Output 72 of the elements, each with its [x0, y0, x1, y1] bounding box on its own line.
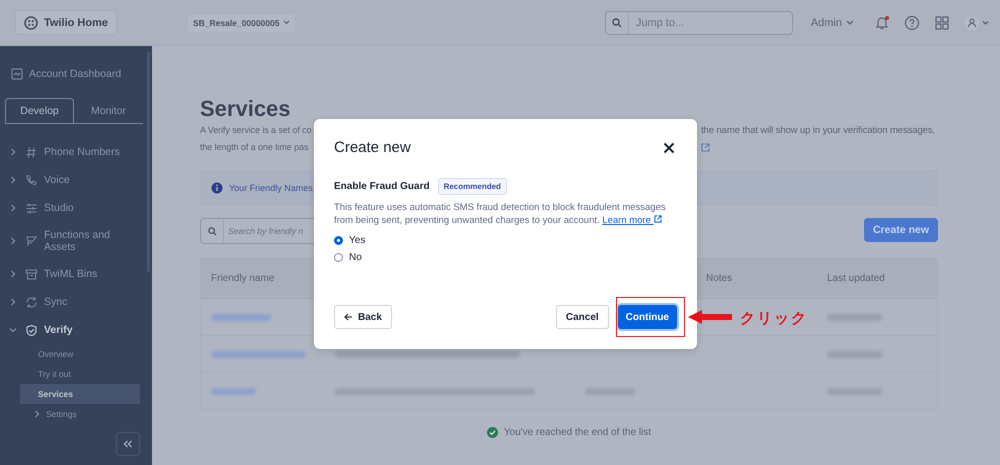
role-dropdown[interactable]: Admin: [804, 16, 860, 30]
description-text: A Verify service is a set of co: [200, 124, 312, 137]
sidebar-subitem[interactable]: Overview: [0, 344, 140, 364]
hash-icon: [25, 146, 38, 158]
sidebar-item[interactable]: Studio: [0, 194, 152, 222]
sidebar-subitem[interactable]: Try it out: [0, 364, 140, 384]
blurred-text: [211, 388, 256, 394]
pointer-arrow: [688, 309, 732, 325]
back-button[interactable]: Back: [334, 305, 392, 329]
option-label: No: [349, 252, 362, 263]
chevron-down-icon: [283, 20, 290, 25]
blurred-text: [211, 314, 271, 320]
sidebar-item[interactable]: Functions and Assets: [0, 222, 152, 260]
create-new-button[interactable]: Create new: [864, 218, 938, 242]
field-label: Enable Fraud Guard: [334, 181, 430, 192]
external-link-icon[interactable]: [701, 143, 710, 152]
logo-icon: [24, 16, 38, 30]
sidebar-item[interactable]: TwiML Bins: [0, 260, 152, 288]
description-text: the name that will show up in your verification messages,: [701, 124, 936, 138]
help-icon[interactable]: [904, 14, 920, 30]
continue-button[interactable]: Continue: [618, 305, 677, 329]
cancel-button[interactable]: Cancel: [556, 305, 609, 329]
chevron-right-icon: [9, 176, 17, 184]
sync-icon: [25, 296, 38, 308]
external-link-icon: [654, 215, 662, 223]
check-circle-icon: [486, 427, 498, 438]
column-header: Notes: [706, 272, 734, 284]
learn-more-link[interactable]: Learn more: [602, 215, 662, 226]
column-header: Last updated: [827, 272, 886, 284]
sidebar-item[interactable]: Verify: [0, 316, 152, 344]
bell-icon[interactable]: [874, 14, 890, 30]
home-button[interactable]: Twilio Home: [15, 10, 117, 35]
dashboard-icon: [11, 68, 23, 80]
collapse-sidebar-button[interactable]: [116, 432, 140, 456]
double-chevron-left-icon: [123, 440, 133, 448]
annotation-text: クリック: [740, 309, 808, 328]
sidebar-item[interactable]: Sync: [0, 288, 152, 316]
column-header: Friendly name: [211, 272, 276, 284]
sidebar-item[interactable]: Voice: [0, 166, 152, 194]
chevron-right-icon: [9, 204, 17, 212]
option-label: Yes: [349, 235, 366, 246]
end-of-list-text: You've reached the end of the list: [504, 427, 652, 438]
sidebar-subitem[interactable]: Services: [20, 384, 140, 404]
phone-icon: [25, 174, 38, 186]
page-title: Services: [200, 96, 292, 122]
chevron-down-icon: [846, 20, 854, 25]
search-icon: [208, 226, 216, 236]
radio-button[interactable]: [334, 253, 343, 262]
highlight-frame: [616, 297, 685, 337]
apps-grid-icon[interactable]: [934, 14, 950, 30]
chevron-down-icon: [9, 326, 17, 334]
search-icon: [612, 18, 622, 28]
chevron-right-icon: [9, 270, 17, 278]
sidebar-tab[interactable]: Monitor: [74, 98, 143, 123]
banner-text: Your Friendly Names: [229, 183, 313, 193]
close-icon[interactable]: [663, 142, 675, 154]
info-icon: [211, 182, 223, 194]
sidebar-item[interactable]: Phone Numbers: [0, 138, 152, 166]
user-menu-icon[interactable]: [964, 14, 990, 30]
chevron-right-icon: [9, 298, 17, 306]
description-text: the length of a one time pas: [200, 141, 308, 154]
sidebar-tab[interactable]: Develop: [5, 98, 74, 123]
search-field[interactable]: Jump to...: [604, 10, 793, 34]
recommended-badge: Recommended: [438, 178, 507, 195]
chevron-right-icon: [9, 237, 17, 245]
arrow-left-icon: [344, 313, 353, 321]
sidebar-item[interactable]: Account Dashboard: [0, 46, 152, 80]
radio-button[interactable]: [334, 236, 343, 245]
account-dropdown[interactable]: SB_Resale_00000005: [186, 12, 296, 32]
chevron-right-icon: [9, 148, 17, 156]
sidebar-subitem[interactable]: Settings: [0, 404, 140, 424]
dialog-title: Create new: [334, 139, 411, 156]
